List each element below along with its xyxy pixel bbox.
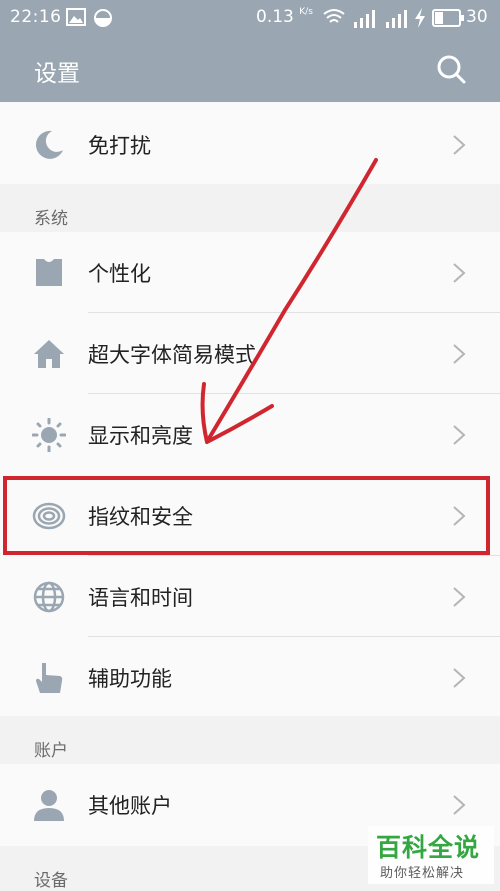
section-header-devices: 设备 <box>34 871 68 891</box>
row-label: 免打扰 <box>88 134 151 158</box>
watermark-sub: 助你轻松解决 <box>380 866 465 881</box>
system-card: 个性化 超大字体简易模式 显示和亮度 指纹和安全 语言和时间 辅助功能 <box>0 232 500 716</box>
status-time: 22:16 <box>10 7 62 27</box>
row-label: 显示和亮度 <box>88 424 193 448</box>
search-icon[interactable] <box>434 52 468 86</box>
chevron-right-icon <box>453 344 466 364</box>
title-bar: 设置 <box>0 36 500 102</box>
globe-icon <box>33 581 65 613</box>
network-speed-value: 0.13 <box>256 7 294 27</box>
chevron-right-icon <box>453 668 466 688</box>
sun-icon <box>32 418 66 452</box>
network-speed-unit: K/s <box>299 7 313 17</box>
chevron-right-icon <box>453 135 466 155</box>
highlight-box <box>3 476 490 555</box>
data-saver-icon <box>94 9 112 27</box>
row-personalize[interactable]: 个性化 <box>0 232 500 312</box>
row-language[interactable]: 语言和时间 <box>0 556 500 636</box>
section-header-system: 系统 <box>34 209 68 229</box>
section-header-accounts: 账户 <box>34 741 68 761</box>
row-label: 辅助功能 <box>88 667 172 691</box>
shirt-icon <box>36 259 62 286</box>
page-title: 设置 <box>34 61 80 87</box>
status-bar: 22:16 0.13 K/s 30 <box>0 0 500 36</box>
moon-icon <box>35 130 63 159</box>
chevron-right-icon <box>453 587 466 607</box>
row-dnd[interactable]: 免打扰 <box>0 104 500 184</box>
network-speed: 0.13 K/s <box>256 7 313 27</box>
row-label: 个性化 <box>88 262 151 286</box>
row-label: 语言和时间 <box>88 586 193 610</box>
chevron-right-icon <box>453 795 466 815</box>
row-label: 超大字体简易模式 <box>88 343 256 367</box>
person-icon <box>34 790 64 821</box>
chevron-right-icon <box>453 425 466 445</box>
watermark-logo: 百科全说 助你轻松解决 <box>368 826 494 884</box>
row-accessibility[interactable]: 辅助功能 <box>0 637 500 717</box>
chevron-right-icon <box>453 263 466 283</box>
row-simple-mode[interactable]: 超大字体简易模式 <box>0 313 500 393</box>
row-label: 其他账户 <box>88 794 172 818</box>
battery-icon <box>432 9 464 27</box>
image-notification-icon <box>66 8 86 26</box>
wifi-icon <box>323 9 345 23</box>
dnd-card: 免打扰 <box>0 102 500 184</box>
watermark-main: 百科全说 <box>376 833 481 862</box>
row-display[interactable]: 显示和亮度 <box>0 394 500 474</box>
signal-icon <box>354 10 375 28</box>
home-icon <box>34 340 64 368</box>
battery-level: 30 <box>466 7 488 27</box>
signal-2-icon <box>386 10 407 28</box>
hand-pointer-icon <box>36 663 63 693</box>
charging-icon <box>415 8 425 28</box>
